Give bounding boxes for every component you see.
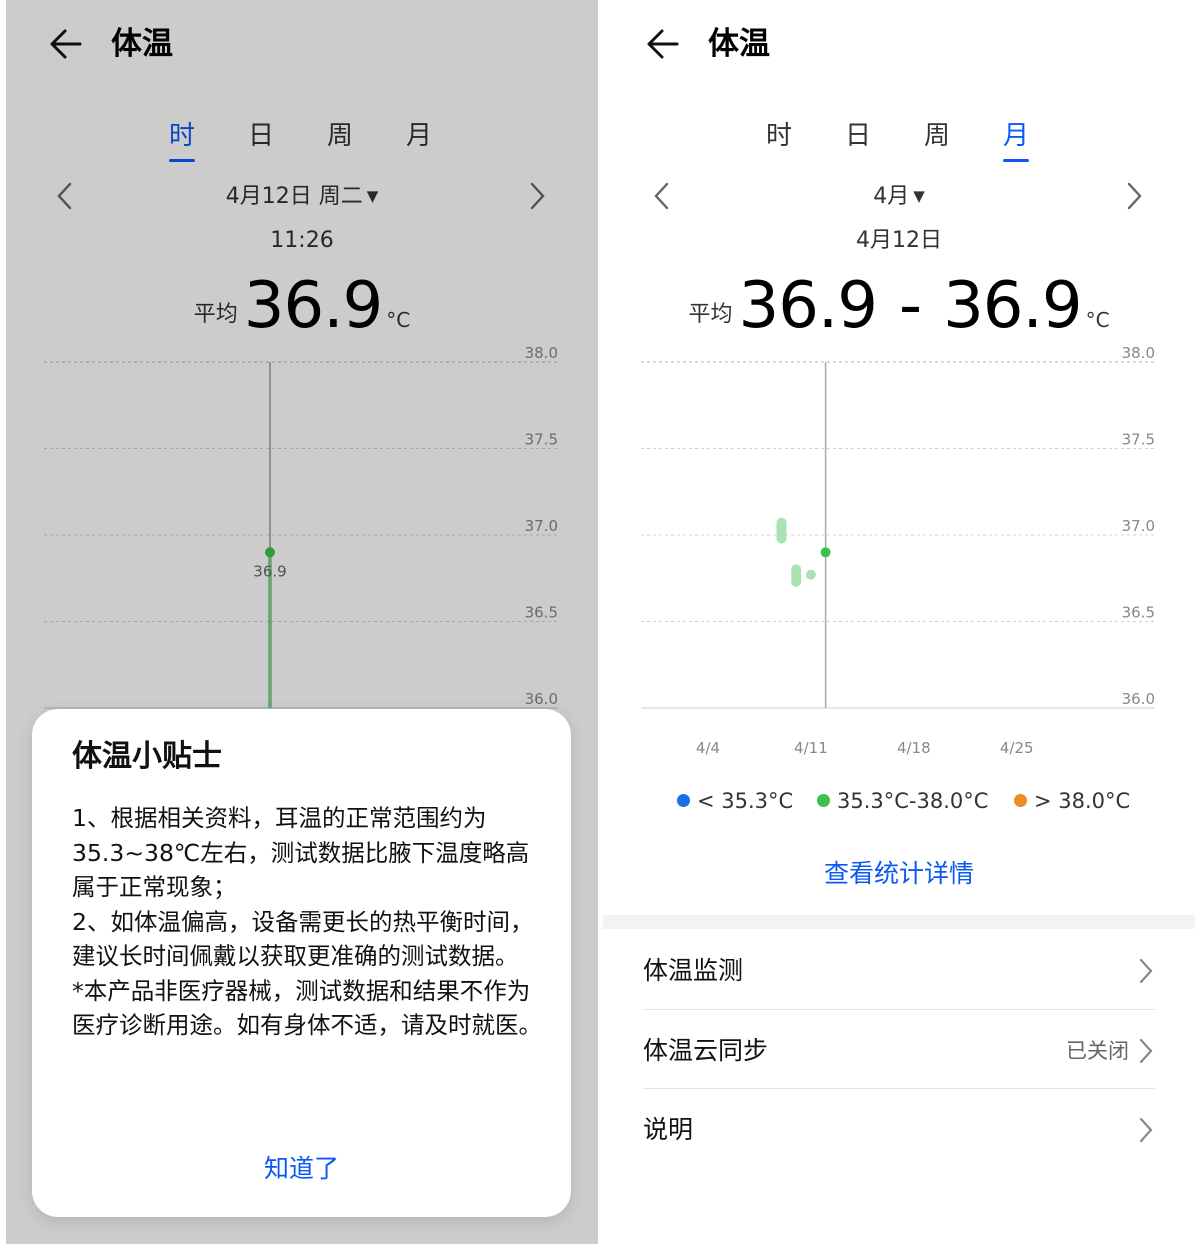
- month-chart-svg: 38.0 37.5 37.0 36.5 36.0 4/4 4/11 4/18 4/25: [641, 344, 1155, 757]
- date-label: 4月: [873, 184, 910, 209]
- y-tick-label: 37.5: [1122, 431, 1155, 449]
- y-tick-label: 36.0: [1122, 690, 1155, 708]
- range-bar: [776, 517, 787, 544]
- dialog-paragraph: 1、根据相关资料，耳温的正常范围约为35.3~38℃左右，测试数据比腋下温度略高…: [72, 804, 530, 901]
- dialog-paragraph: *本产品非医疗器械，测试数据和结果不作为医疗诊断用途。如有身体不适，请及时就医。: [72, 976, 542, 1040]
- dialog-paragraph: 2、如体温偏高，设备需更长的热平衡时间，建议长时间佩戴以获取更准确的测试数据。: [72, 907, 534, 971]
- right-screen: 体温 时 日 周 月 4月 ▼ 4月12日 平均36.9-36.9 °C 38.0 3…: [603, 0, 1195, 1244]
- chevron-right-icon: [1139, 1117, 1153, 1143]
- y-tick-label: 38.0: [1122, 344, 1155, 362]
- tab-day[interactable]: 日: [828, 116, 888, 156]
- tab-week[interactable]: 周: [907, 116, 967, 156]
- chevron-right-icon: [1139, 958, 1153, 984]
- legend-label: 35.3°C-38.0°C: [837, 789, 989, 813]
- range-bar: [805, 569, 816, 580]
- tips-dialog: 体温小贴士 1、根据相关资料，耳温的正常范围约为35.3~38℃左右，测试数据比…: [32, 709, 571, 1217]
- range-dash: -: [898, 269, 922, 343]
- tab-hour[interactable]: 时: [749, 116, 809, 156]
- x-tick-label: 4/18: [897, 739, 931, 757]
- got-it-button[interactable]: 知道了: [32, 1149, 571, 1189]
- month-chart[interactable]: 38.0 37.5 37.0 36.5 36.0 4/4 4/11 4/18 4/25: [603, 340, 1195, 757]
- left-screen: 体温 时 日 周 月 4月12日 周二 ▼ 11:26 平均36.9 °C 38.0…: [6, 0, 598, 1244]
- section-divider: [603, 915, 1195, 929]
- unit-label: °C: [1085, 308, 1110, 332]
- legend-item-low: < 35.3°C: [677, 786, 793, 816]
- list-item-label: 体温云同步: [643, 1036, 769, 1065]
- view-stats-link[interactable]: 查看统计详情: [603, 855, 1195, 893]
- selected-point: [820, 547, 831, 558]
- legend-label: > 38.0°C: [1034, 789, 1131, 813]
- dialog-body: 1、根据相关资料，耳温的正常范围约为35.3~38℃左右，测试数据比腋下温度略高…: [72, 801, 542, 1043]
- reading: 平均36.9-36.9 °C: [603, 266, 1195, 346]
- list-separator: [643, 1009, 1155, 1010]
- x-tick-label: 4/11: [794, 739, 828, 757]
- tab-underline: [1003, 159, 1029, 162]
- avg-label: 平均: [688, 302, 733, 327]
- back-button[interactable]: [641, 22, 685, 66]
- y-tick-label: 36.5: [1122, 604, 1155, 622]
- page-title: 体温: [708, 26, 770, 62]
- min-value: 36.9: [738, 269, 877, 343]
- selected-date-label: 4月12日: [856, 228, 942, 253]
- y-tick-label: 37.0: [1122, 517, 1155, 535]
- legend-item-normal: 35.3°C-38.0°C: [817, 786, 988, 816]
- range-bar: [791, 564, 802, 587]
- date-selector[interactable]: 4月 ▼: [603, 178, 1195, 215]
- list-item-cloud-sync[interactable]: 体温云同步 已关闭: [603, 1012, 1195, 1090]
- max-value: 36.9: [943, 269, 1082, 343]
- caret-down-icon: ▼: [913, 187, 925, 205]
- list-item-monitoring[interactable]: 体温监测: [603, 932, 1195, 1010]
- chevron-right-icon: [1139, 1038, 1153, 1064]
- list-item-label: 说明: [643, 1115, 694, 1144]
- list-separator: [643, 1088, 1155, 1089]
- list-item-label: 体温监测: [643, 956, 744, 985]
- x-tick-label: 4/25: [1000, 739, 1034, 757]
- arrow-left-icon: [647, 29, 679, 59]
- list-item-instructions[interactable]: 说明: [603, 1091, 1195, 1169]
- legend-dot: [817, 794, 830, 807]
- tab-month[interactable]: 月: [986, 116, 1046, 156]
- legend-label: < 35.3°C: [697, 789, 794, 813]
- legend-dot: [1014, 794, 1027, 807]
- dialog-title: 体温小贴士: [72, 739, 222, 774]
- x-tick-label: 4/4: [696, 739, 720, 757]
- legend-dot: [677, 794, 690, 807]
- list-item-value: 已关闭: [1066, 1039, 1129, 1063]
- legend-item-high: > 38.0°C: [1014, 786, 1130, 816]
